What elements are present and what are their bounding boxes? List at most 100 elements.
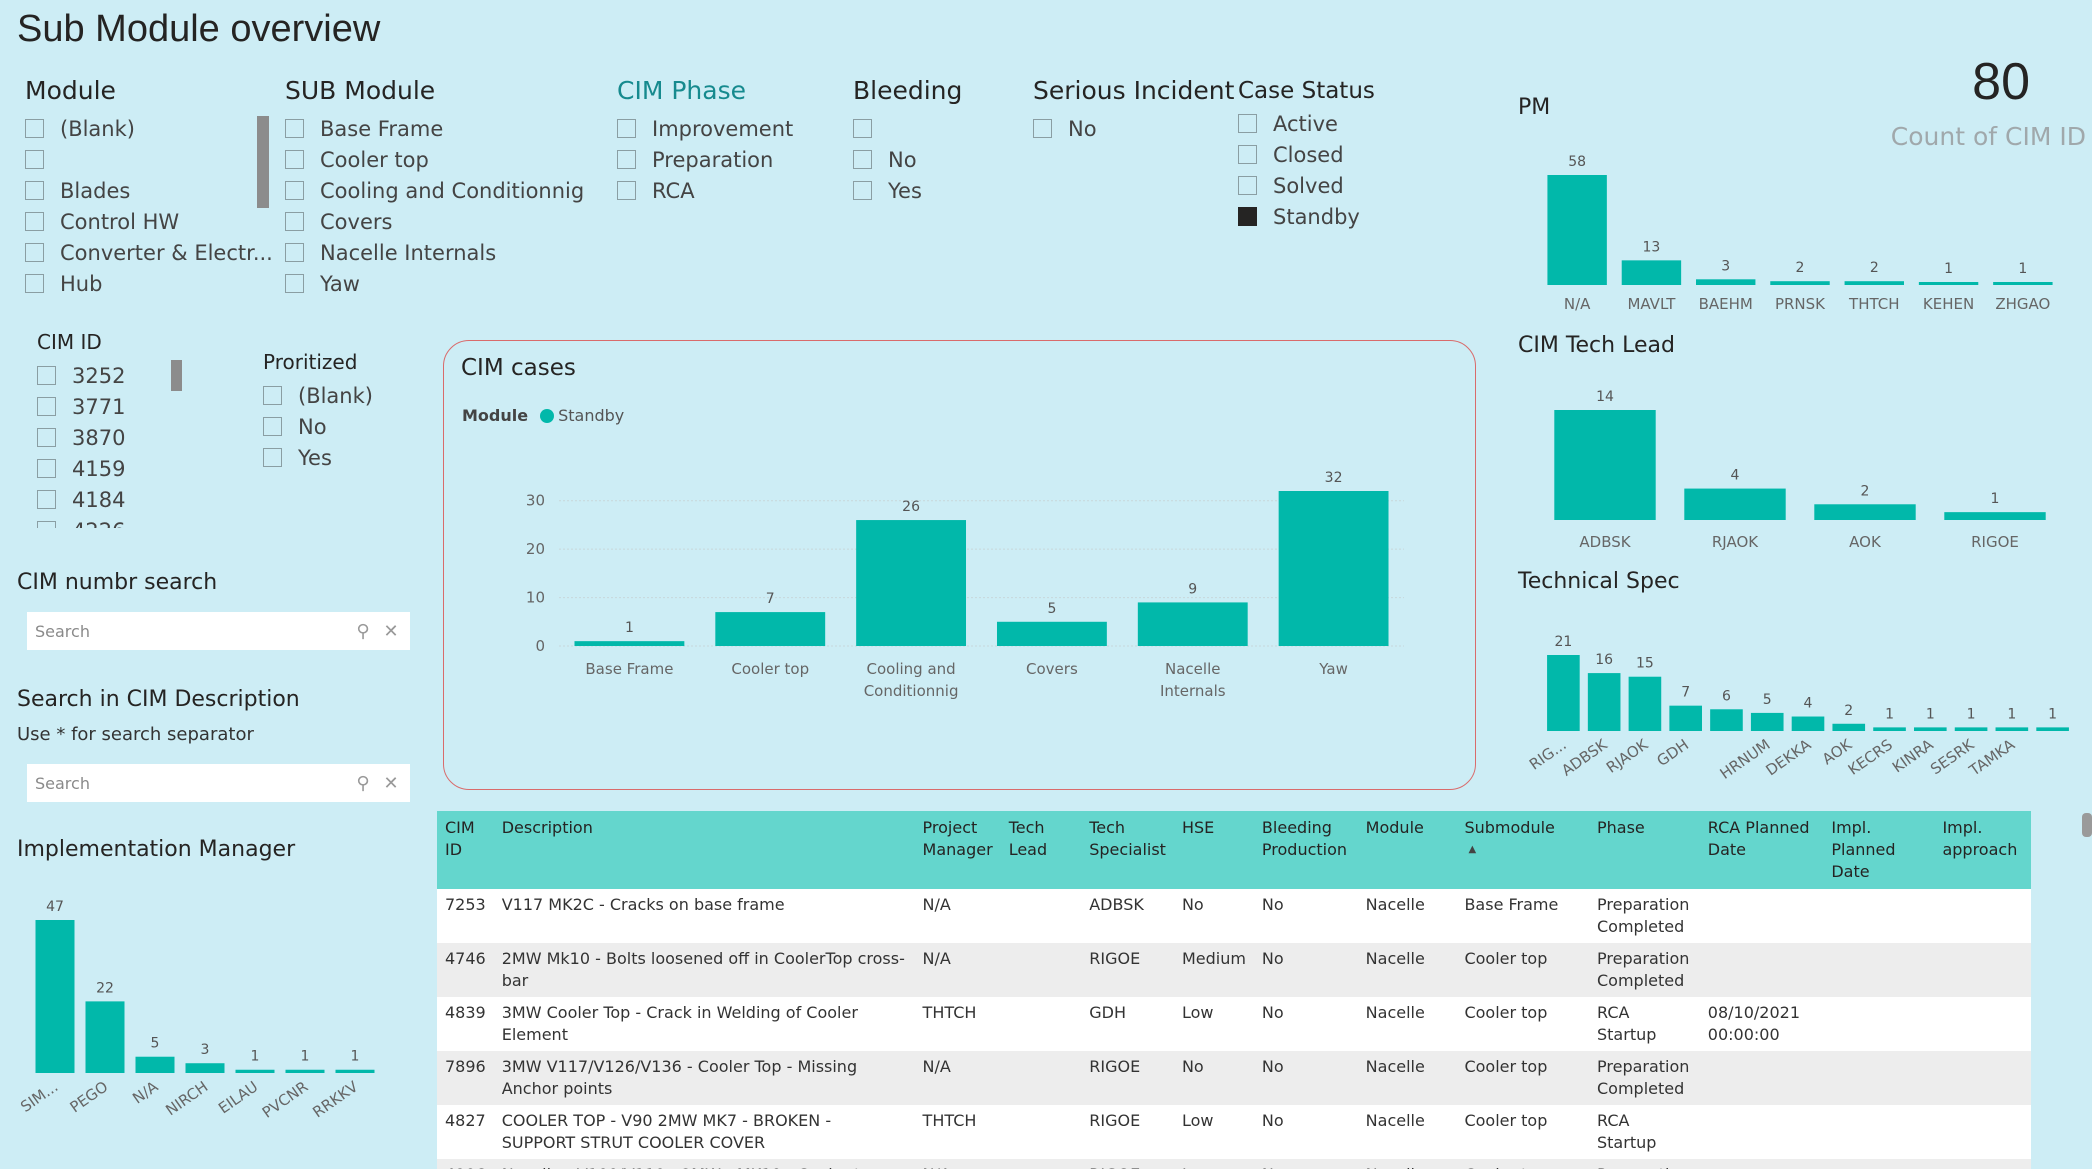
column-header[interactable]: Bleeding Production bbox=[1253, 811, 1358, 889]
table-row[interactable]: 7253 V117 MK2C - Cracks on base frame N/A A… bbox=[437, 889, 2031, 943]
case-status-option[interactable]: Standby bbox=[1238, 201, 1375, 232]
table-row[interactable]: 4827 COOLER TOP - V90 2MW MK7 - BROKEN - … bbox=[437, 1105, 2031, 1159]
cim-id-option[interactable]: 3870 bbox=[37, 422, 125, 453]
clear-icon[interactable]: ✕ bbox=[380, 621, 402, 642]
bar[interactable] bbox=[235, 1069, 275, 1073]
case-status-option[interactable]: Active bbox=[1238, 108, 1375, 139]
checkbox[interactable] bbox=[25, 150, 44, 169]
bar[interactable] bbox=[1844, 281, 1904, 285]
bar[interactable] bbox=[1944, 512, 2046, 520]
table-row[interactable]: 4746 2MW Mk10 - Bolts loosened off in Coo… bbox=[437, 943, 2031, 997]
checkbox[interactable] bbox=[617, 119, 636, 138]
cim-id-option[interactable]: 4226 bbox=[37, 515, 125, 528]
cim-number-search-box[interactable]: Search ⚲ ✕ bbox=[27, 612, 410, 650]
checkbox[interactable] bbox=[617, 181, 636, 200]
bar[interactable] bbox=[1993, 282, 2053, 285]
bleeding-option[interactable]: No bbox=[853, 144, 962, 175]
column-header[interactable]: Tech Specialist bbox=[1081, 811, 1174, 889]
cim-number-search-input[interactable]: Search bbox=[35, 622, 346, 641]
checkbox[interactable] bbox=[37, 490, 56, 509]
checkbox[interactable] bbox=[263, 448, 282, 467]
checkbox[interactable] bbox=[37, 366, 56, 385]
cim-id-option[interactable]: 4184 bbox=[37, 484, 125, 515]
sub-module-option[interactable]: Cooling and Conditionnig bbox=[285, 175, 584, 206]
bar[interactable] bbox=[1278, 491, 1389, 646]
checkbox[interactable] bbox=[1238, 176, 1257, 195]
cim-phase-option[interactable]: RCA bbox=[617, 175, 793, 206]
serious-incident-option[interactable]: No bbox=[1033, 113, 1234, 144]
column-header[interactable]: Module bbox=[1357, 811, 1457, 889]
checkbox[interactable] bbox=[25, 119, 44, 138]
module-option[interactable]: Control HW bbox=[25, 206, 273, 237]
bar[interactable] bbox=[1710, 709, 1743, 731]
bar[interactable] bbox=[1914, 727, 1947, 731]
sub-module-option[interactable]: Yaw bbox=[285, 268, 584, 299]
column-header[interactable]: Project Manager bbox=[914, 811, 1001, 889]
legend-item[interactable]: Standby bbox=[558, 406, 624, 425]
bar[interactable] bbox=[2036, 727, 2069, 731]
bar[interactable] bbox=[996, 621, 1107, 646]
bar[interactable] bbox=[1696, 279, 1756, 285]
checkbox[interactable] bbox=[285, 243, 304, 262]
sub-module-option[interactable]: Nacelle Internals bbox=[285, 237, 584, 268]
bar[interactable] bbox=[1547, 655, 1580, 731]
cim-id-option[interactable]: 4159 bbox=[37, 453, 125, 484]
checkbox[interactable] bbox=[285, 274, 304, 293]
bar[interactable] bbox=[35, 920, 75, 1073]
module-option[interactable]: Converter & Electr... bbox=[25, 237, 273, 268]
checkbox[interactable] bbox=[285, 181, 304, 200]
bar[interactable] bbox=[715, 612, 826, 646]
checkbox[interactable] bbox=[37, 459, 56, 478]
checkbox[interactable] bbox=[37, 428, 56, 447]
checkbox[interactable] bbox=[1033, 119, 1052, 138]
bar[interactable] bbox=[285, 1069, 325, 1073]
checkbox[interactable] bbox=[263, 417, 282, 436]
table-row[interactable]: 4906Nacelle - V100/V110 - 2MW - MK10 - C… bbox=[437, 1159, 2031, 1169]
cim-phase-option[interactable]: Improvement bbox=[617, 113, 793, 144]
column-header[interactable]: HSE bbox=[1173, 811, 1254, 889]
checkbox[interactable] bbox=[853, 181, 872, 200]
checkbox[interactable] bbox=[285, 119, 304, 138]
checkbox[interactable] bbox=[25, 274, 44, 293]
cim-id-option[interactable]: 3771 bbox=[37, 391, 125, 422]
bar[interactable] bbox=[1621, 260, 1682, 285]
bar[interactable] bbox=[1669, 705, 1702, 731]
checkbox[interactable] bbox=[25, 212, 44, 231]
table-scrollbar[interactable] bbox=[2082, 813, 2092, 837]
sort-ascending-icon[interactable]: ▲ bbox=[1468, 839, 1581, 861]
bar[interactable] bbox=[1814, 504, 1916, 520]
bar[interactable] bbox=[1770, 281, 1830, 285]
bar[interactable] bbox=[1587, 673, 1621, 731]
bar[interactable] bbox=[1628, 676, 1662, 731]
bar[interactable] bbox=[185, 1063, 225, 1073]
checkbox[interactable] bbox=[25, 181, 44, 200]
case-status-option[interactable]: Closed bbox=[1238, 139, 1375, 170]
bar[interactable] bbox=[856, 520, 967, 646]
cim-phase-option[interactable]: Preparation bbox=[617, 144, 793, 175]
checkbox[interactable] bbox=[285, 212, 304, 231]
bar[interactable] bbox=[135, 1056, 175, 1073]
module-option[interactable]: Hub bbox=[25, 268, 273, 299]
bar[interactable] bbox=[1873, 727, 1906, 731]
column-header[interactable]: Description bbox=[493, 811, 915, 889]
checkbox[interactable] bbox=[1238, 145, 1257, 164]
bar[interactable] bbox=[85, 1001, 125, 1073]
bar[interactable] bbox=[1750, 712, 1784, 731]
column-header[interactable]: Submodule ▲ bbox=[1456, 811, 1589, 889]
bar[interactable] bbox=[574, 641, 685, 646]
case-status-option[interactable]: Solved bbox=[1238, 170, 1375, 201]
sub-module-option[interactable]: Covers bbox=[285, 206, 584, 237]
bar[interactable] bbox=[1137, 602, 1248, 646]
column-header[interactable]: RCA Planned Date bbox=[1699, 811, 1824, 889]
bleeding-option[interactable] bbox=[853, 113, 962, 144]
cim-description-search-input[interactable]: Search bbox=[35, 774, 346, 793]
bar[interactable] bbox=[1554, 410, 1656, 520]
prioritized-option[interactable]: No bbox=[263, 411, 373, 442]
bar[interactable] bbox=[1832, 723, 1866, 731]
clear-icon[interactable]: ✕ bbox=[380, 773, 402, 794]
bar[interactable] bbox=[1918, 282, 1979, 285]
column-header[interactable]: CIM ID bbox=[437, 811, 494, 889]
table-row[interactable]: 7896 3MW V117/V126/V136 - Cooler Top - Mi… bbox=[437, 1051, 2031, 1105]
bar[interactable] bbox=[1954, 727, 1988, 731]
checkbox[interactable] bbox=[263, 386, 282, 405]
